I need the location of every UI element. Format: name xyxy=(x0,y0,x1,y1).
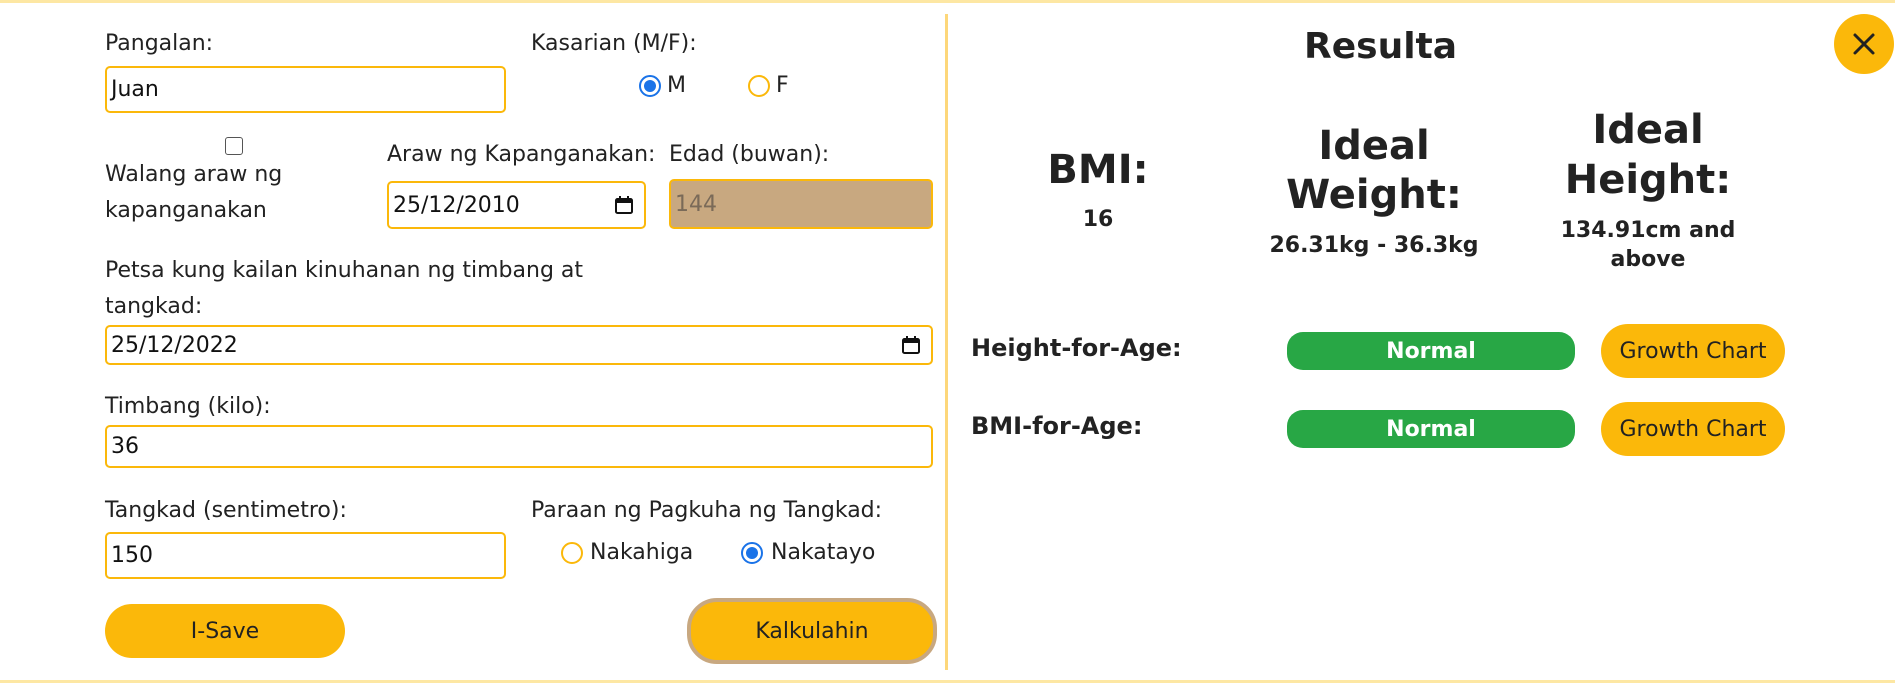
ideal-height-value-line2: above xyxy=(1610,247,1686,272)
no-birthdate-label-line1: Walang araw ng xyxy=(105,162,283,187)
weight-input[interactable]: 36 xyxy=(105,425,933,468)
method-radio-nakahiga[interactable] xyxy=(561,542,583,564)
age-label: Edad (buwan): xyxy=(669,142,830,167)
method-label: Paraan ng Pagkuha ng Tangkad: xyxy=(531,498,883,523)
panel-divider xyxy=(945,14,948,670)
bmi-for-age-status-badge: Normal xyxy=(1287,410,1575,448)
close-button[interactable] xyxy=(1834,14,1894,74)
ideal-weight-value: 26.31kg - 36.3kg xyxy=(1269,233,1479,258)
height-for-age-label: Height-for-Age: xyxy=(971,334,1182,362)
measure-date-value: 25/12/2022 xyxy=(111,332,238,358)
calendar-icon[interactable] xyxy=(614,195,634,215)
calendar-icon[interactable] xyxy=(901,335,921,355)
bmi-for-age-label: BMI-for-Age: xyxy=(971,412,1143,440)
calculate-button[interactable]: Kalkulahin xyxy=(687,598,937,664)
birthdate-value: 25/12/2010 xyxy=(393,192,520,218)
sex-radio-f[interactable] xyxy=(748,75,770,97)
sex-option-m-label: M xyxy=(667,73,686,98)
ideal-weight-label-line2: Weight: xyxy=(1286,172,1462,218)
height-for-age-growth-chart-button[interactable]: Growth Chart xyxy=(1601,324,1785,378)
method-option-nakatayo-label: Nakatayo xyxy=(771,540,876,565)
top-border xyxy=(0,0,1895,3)
bmi-value: 16 xyxy=(1082,207,1114,232)
height-input[interactable]: 150 xyxy=(105,532,506,579)
measure-date-label-line1: Petsa kung kailan kinuhanan ng timbang a… xyxy=(105,258,584,283)
weight-label: Timbang (kilo): xyxy=(105,394,271,419)
name-label: Pangalan: xyxy=(105,31,214,56)
no-birthdate-label-line2: kapanganakan xyxy=(105,198,267,223)
birthdate-input[interactable]: 25/12/2010 xyxy=(387,181,646,229)
birthdate-label: Araw ng Kapanganakan: xyxy=(387,142,656,167)
ideal-weight-label-line1: Ideal xyxy=(1318,123,1430,169)
save-button[interactable]: I-Save xyxy=(105,604,345,658)
bmi-label: BMI: xyxy=(1047,147,1149,193)
height-for-age-status-badge: Normal xyxy=(1287,332,1575,370)
bottom-border xyxy=(0,680,1895,683)
ideal-height-value-line1: 134.91cm and xyxy=(1560,218,1736,243)
name-input[interactable]: Juan xyxy=(105,66,506,113)
measure-date-input[interactable]: 25/12/2022 xyxy=(105,325,933,365)
bmi-for-age-growth-chart-button[interactable]: Growth Chart xyxy=(1601,402,1785,456)
ideal-height-label-line1: Ideal xyxy=(1592,107,1704,153)
method-option-nakahiga-label: Nakahiga xyxy=(590,540,694,565)
sex-radio-m[interactable] xyxy=(639,75,661,97)
results-title: Resulta xyxy=(1304,26,1458,67)
method-radio-nakatayo[interactable] xyxy=(741,542,763,564)
sex-label: Kasarian (M/F): xyxy=(531,31,697,56)
height-label: Tangkad (sentimetro): xyxy=(105,498,347,523)
sex-option-f-label: F xyxy=(776,73,789,98)
ideal-height-label-line2: Height: xyxy=(1564,157,1732,203)
age-input: 144 xyxy=(669,179,933,229)
measure-date-label-line2: tangkad: xyxy=(105,294,203,319)
close-icon xyxy=(1853,33,1875,55)
no-birthdate-checkbox[interactable] xyxy=(225,137,243,155)
